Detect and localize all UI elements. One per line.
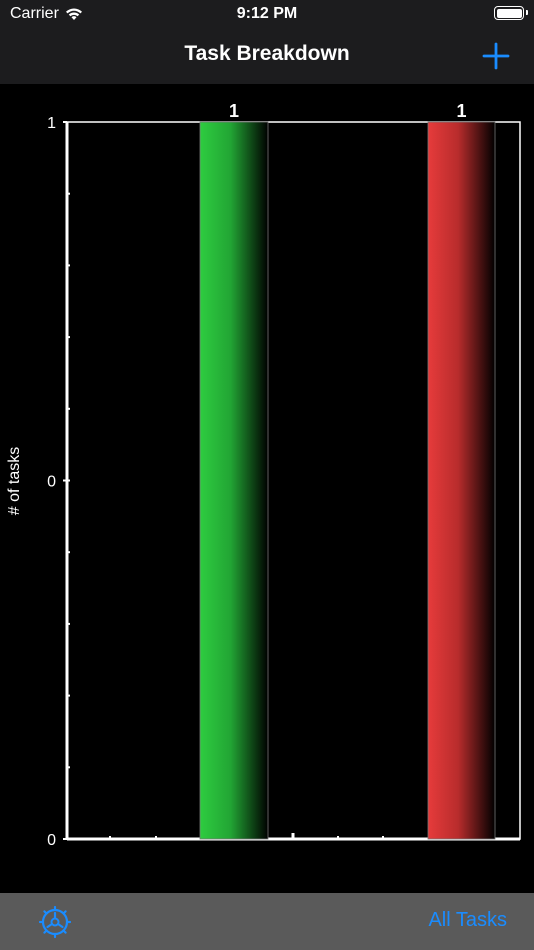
bar-data-label: 1	[456, 101, 466, 121]
y-axis-label: # of tasks	[6, 447, 23, 515]
y-tick-label: 0	[47, 474, 56, 491]
status-time: 9:12 PM	[236, 5, 298, 22]
status-bar: Carrier 9:12 PM	[0, 0, 534, 28]
navigation-bar: Task Breakdown	[0, 28, 534, 84]
chart-area: 1 0 0 # of tasks 1 1	[0, 84, 534, 894]
battery-icon	[494, 6, 528, 20]
all-tasks-button[interactable]: All Tasks	[428, 909, 507, 932]
bottom-toolbar: All Tasks	[0, 893, 534, 950]
bar-chart: 1 0 0 # of tasks 1 1	[6, 101, 521, 849]
bar	[427, 121, 496, 840]
plus-icon[interactable]	[480, 40, 512, 72]
bar	[199, 121, 269, 840]
gear-icon[interactable]	[38, 905, 72, 939]
y-tick-label: 1	[47, 115, 56, 132]
y-tick-label: 0	[47, 832, 56, 849]
bar-data-label: 1	[229, 101, 239, 121]
page-title: Task Breakdown	[184, 42, 350, 65]
